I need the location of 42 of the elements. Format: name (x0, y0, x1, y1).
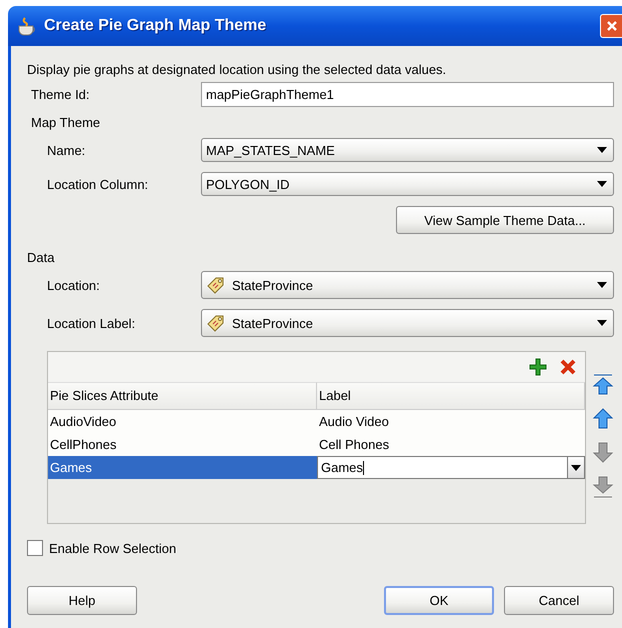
add-icon[interactable] (529, 358, 547, 376)
field-label: Location: (46, 278, 101, 292)
table-cell: Cell Phones (317, 433, 585, 456)
tag-icon (206, 313, 226, 333)
table-cell: Audio Video (317, 410, 585, 433)
field-label: Location Column: (46, 176, 150, 192)
dropdown-field[interactable]: POLYGON_ID (201, 172, 614, 196)
caret-icon (571, 464, 581, 470)
move-top-icon[interactable] (592, 373, 614, 397)
tag-icon (206, 275, 226, 295)
label-edit-field[interactable]: Games (317, 456, 585, 479)
checkbox[interactable] (27, 540, 43, 556)
field-label: Location Label: (46, 316, 136, 330)
field-label: Name: (46, 142, 86, 158)
caret-icon (597, 181, 607, 187)
window-title: Create Pie Graph Map Theme (44, 17, 268, 35)
close-button[interactable] (600, 14, 622, 38)
caret-icon (597, 147, 607, 153)
theme-id-field[interactable]: mapPieGraphTheme1 (201, 82, 614, 107)
checkbox-label: Enable Row Selection (49, 540, 176, 556)
caret-icon (597, 320, 607, 326)
caret-icon (597, 282, 607, 288)
dropdown-field[interactable]: StateProvince (201, 271, 614, 299)
delete-icon[interactable] (559, 358, 577, 376)
close-icon (606, 20, 618, 32)
field-label: Theme Id: (30, 87, 91, 102)
section-heading: Data (27, 250, 56, 265)
up-arrow-icon[interactable] (592, 407, 614, 431)
dropdown-field[interactable]: StateProvince (201, 309, 614, 337)
section-heading: Map Theme (30, 115, 102, 130)
cancel-button[interactable]: Cancel (504, 586, 614, 615)
column-header[interactable]: Pie Slices Attribute (48, 382, 317, 410)
table-cell[interactable]: Games (48, 456, 317, 479)
table-cell[interactable]: AudioVideo (48, 410, 317, 433)
description-text: Display pie graphs at designated location using the selected data values. (27, 62, 448, 77)
view-sample-data-button[interactable]: View Sample Theme Data... (396, 206, 614, 234)
dropdown-field[interactable]: MAP_STATES_NAME (201, 138, 614, 162)
table-cell[interactable]: CellPhones (48, 433, 317, 456)
column-header[interactable]: Label (317, 382, 585, 410)
ok-button[interactable]: OK (384, 586, 494, 615)
coffee-cup-icon (16, 15, 38, 37)
help-button[interactable]: Help (27, 586, 137, 615)
